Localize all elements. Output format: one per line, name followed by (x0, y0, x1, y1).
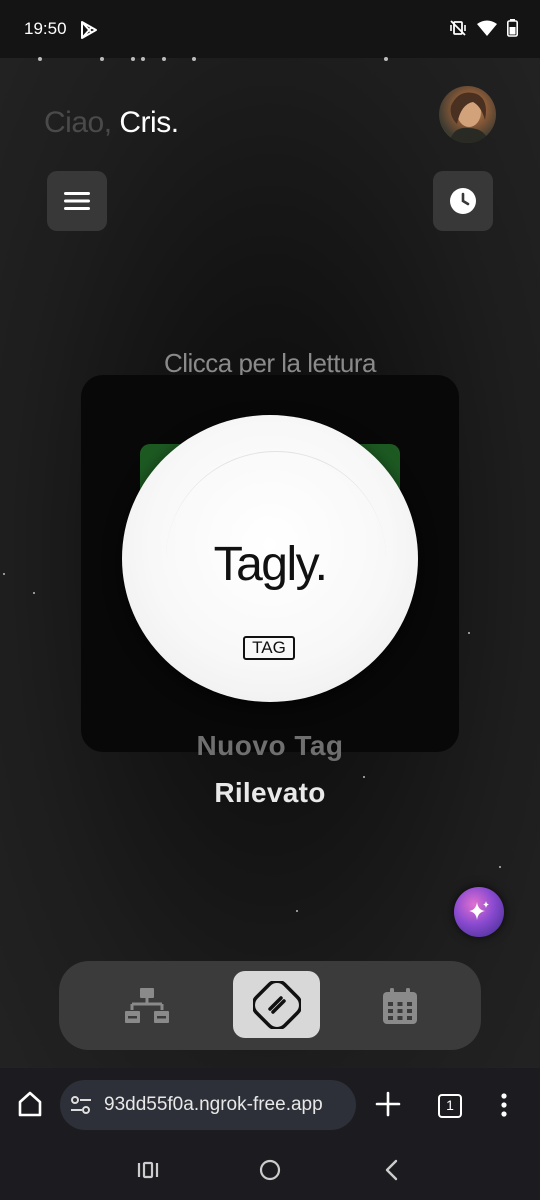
battery-icon (507, 19, 518, 37)
decor-dot (384, 57, 388, 61)
browser-toolbar: 93dd55f0a.ngrok-free.app 1 (0, 1068, 540, 1144)
greeting-name: Cris. (119, 106, 179, 139)
decor-dot (141, 57, 145, 61)
calendar-icon (383, 987, 417, 1024)
recents-icon[interactable] (136, 1158, 160, 1182)
nav-nfc[interactable] (233, 971, 320, 1038)
nav-calendar[interactable] (379, 961, 421, 1050)
back-icon[interactable] (380, 1158, 404, 1182)
decor-dot (192, 57, 196, 61)
decor-star (296, 910, 298, 912)
nav-network[interactable] (123, 961, 171, 1050)
nfc-tag-image[interactable]: Tagly. TAG (122, 415, 418, 702)
decor-star (3, 573, 5, 575)
greeting: Ciao, Cris. (44, 106, 179, 140)
tabs-button[interactable]: 1 (438, 1094, 462, 1118)
system-nav-bar (0, 1144, 540, 1200)
status-bar: 19:50 (0, 0, 540, 58)
home-icon[interactable] (16, 1090, 44, 1118)
nfc-icon (252, 980, 301, 1029)
tag-label: TAG (243, 636, 295, 660)
avatar[interactable] (439, 86, 496, 143)
clock-icon (450, 188, 476, 214)
status-detected: Rilevato (214, 777, 326, 808)
tag-brand: Tagly. (213, 538, 328, 591)
play-store-icon (81, 21, 97, 39)
decor-star (33, 592, 35, 594)
avatar-image (449, 92, 489, 143)
sparkle-icon (469, 901, 489, 920)
decor-dot (131, 57, 135, 61)
status-new-tag: Nuovo Tag (196, 730, 344, 761)
history-button[interactable] (433, 171, 493, 231)
url-bar[interactable]: 93dd55f0a.ngrok-free.app (60, 1080, 356, 1130)
decor-star (499, 866, 501, 868)
new-tab-icon[interactable] (374, 1090, 402, 1118)
decor-dot (162, 57, 166, 61)
menu-button[interactable] (47, 171, 107, 231)
bottom-nav (59, 961, 481, 1050)
more-options-icon[interactable] (500, 1092, 508, 1118)
network-icon (125, 987, 169, 1023)
url-text: 93dd55f0a.ngrok-free.app (104, 1094, 323, 1115)
status-time: 19:50 (24, 19, 67, 38)
vibrate-mute-icon (450, 20, 466, 36)
decor-star (468, 632, 470, 634)
site-settings-icon[interactable] (70, 1095, 92, 1115)
wifi-icon (477, 20, 497, 36)
home-nav-icon[interactable] (258, 1158, 282, 1182)
ai-assistant-button[interactable] (454, 887, 504, 937)
tab-count: 1 (446, 1097, 454, 1113)
decor-dot (100, 57, 104, 61)
greeting-hello: Ciao, (44, 106, 120, 139)
decor-dot (38, 57, 42, 61)
hamburger-icon (64, 192, 90, 210)
